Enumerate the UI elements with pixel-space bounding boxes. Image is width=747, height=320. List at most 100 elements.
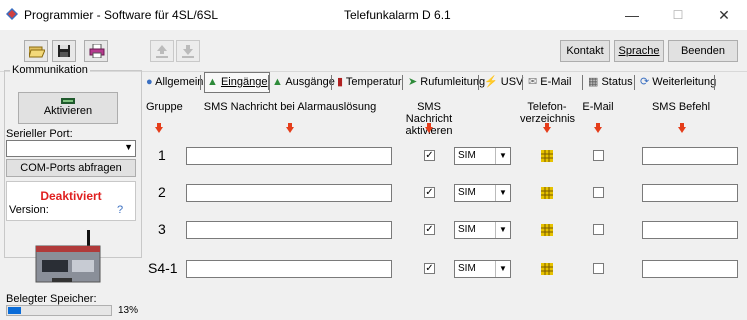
tab-separator <box>200 75 201 90</box>
sim-select[interactable]: SIM ▼ <box>454 147 511 165</box>
tab-status-label: Status <box>601 76 633 88</box>
tab-separator <box>714 75 715 90</box>
sms-message-input[interactable] <box>186 260 392 278</box>
download-icon <box>182 45 194 58</box>
sim-select-value: SIM <box>458 263 476 274</box>
serial-port-select[interactable]: ▼ <box>6 140 136 157</box>
sms-active-checkbox[interactable]: ✓ <box>424 263 435 274</box>
email-checkbox[interactable] <box>593 150 604 161</box>
phonebook-icon[interactable] <box>541 187 553 199</box>
tab-separator <box>402 75 403 90</box>
memory-progress-fill <box>8 307 21 314</box>
tab-usv-label: USV <box>500 76 524 88</box>
memory-progress-bar <box>6 305 112 316</box>
memory-percent: 13% <box>118 305 139 316</box>
sms-message-input[interactable] <box>186 147 392 165</box>
window-title: Programmier - Software für 4SL/6SL <box>24 8 219 22</box>
tab-email[interactable]: ✉ E-Mail <box>528 74 571 91</box>
arrow-down-icon <box>425 123 433 133</box>
minimize-button[interactable]: — <box>609 0 655 30</box>
sprache-button[interactable]: Sprache <box>614 40 664 62</box>
tab-separator <box>522 75 523 90</box>
header-telefon-line1: Telefon- <box>527 101 567 113</box>
com-ports-button[interactable]: COM-Ports abfragen <box>6 159 136 177</box>
sms-command-input[interactable] <box>642 184 738 202</box>
chevron-down-icon: ▼ <box>495 222 510 238</box>
sms-command-input[interactable] <box>642 221 738 239</box>
refresh-icon: ⟳ <box>640 76 650 88</box>
output-icon: ▲ <box>272 76 283 88</box>
open-button[interactable] <box>24 40 48 62</box>
device-image <box>35 230 101 283</box>
sms-message-input[interactable] <box>186 221 392 239</box>
phonebook-icon[interactable] <box>541 150 553 162</box>
sms-command-input[interactable] <box>642 147 738 165</box>
status-panel: Deaktiviert Version: ? <box>6 181 136 221</box>
tab-rufumleitung-label: Rufumleitung <box>420 76 486 88</box>
phonebook-icon[interactable] <box>541 263 553 275</box>
sim-select[interactable]: SIM ▼ <box>454 260 511 278</box>
kontakt-button[interactable]: Kontakt <box>560 40 610 62</box>
chevron-down-icon: ▼ <box>495 185 510 201</box>
email-checkbox[interactable] <box>593 187 604 198</box>
aktivieren-button[interactable]: Aktivieren <box>18 92 118 124</box>
header-sms-befehl: SMS Befehl <box>651 101 711 113</box>
sim-select[interactable]: SIM ▼ <box>454 221 511 239</box>
toolbar: Kontakt Sprache Beenden <box>0 31 747 72</box>
app-icon <box>6 8 18 20</box>
sms-active-checkbox[interactable]: ✓ <box>424 150 435 161</box>
sim-select-value: SIM <box>458 187 476 198</box>
phonebook-icon[interactable] <box>541 224 553 236</box>
lightning-icon: ⚡ <box>484 76 498 88</box>
row-label: 2 <box>158 184 166 200</box>
tab-rufumleitung[interactable]: ➤ Rufumleitung <box>408 74 485 91</box>
header-sms-nachricht: SMS Nachricht bei Alarmauslösung <box>203 101 377 113</box>
maximize-button[interactable]: ☐ <box>655 0 701 30</box>
beenden-button[interactable]: Beenden <box>668 40 738 62</box>
tab-eingaenge[interactable]: ▲ Eingänge <box>204 72 271 93</box>
tab-temperatur[interactable]: ▮ Temperatur <box>337 74 402 91</box>
arrow-down-icon <box>678 123 686 133</box>
print-button[interactable] <box>84 40 108 62</box>
sms-active-checkbox[interactable]: ✓ <box>424 224 435 235</box>
upload-icon <box>156 45 168 58</box>
tab-eingaenge-label: Eingänge <box>220 76 268 88</box>
sms-command-input[interactable] <box>642 260 738 278</box>
save-button[interactable] <box>52 40 76 62</box>
connector-icon <box>61 98 75 104</box>
tab-weiterleitung[interactable]: ⟳ Weiterleitung <box>640 74 716 91</box>
email-checkbox[interactable] <box>593 263 604 274</box>
tab-allgemein-label: Allgemein <box>155 76 204 88</box>
sms-message-input[interactable] <box>186 184 392 202</box>
communication-group-label: Kommunikation <box>10 64 90 76</box>
tab-temperatur-label: Temperatur <box>345 76 402 88</box>
print-icon <box>89 44 105 58</box>
tab-separator <box>582 75 583 90</box>
tab-usv[interactable]: ⚡ USV <box>484 74 523 91</box>
tab-ausgaenge[interactable]: ▲ Ausgänge <box>272 74 335 91</box>
people-icon: ● <box>146 76 153 88</box>
download-button[interactable] <box>176 40 200 62</box>
header-telefonverzeichnis: Telefon- verzeichnis <box>520 101 575 125</box>
redirect-icon: ➤ <box>408 76 418 88</box>
row-label: S4-1 <box>148 260 178 276</box>
arrow-down-icon <box>155 123 163 133</box>
version-help-icon[interactable]: ? <box>117 204 123 216</box>
close-button[interactable]: ✕ <box>701 0 747 30</box>
thermometer-icon: ▮ <box>337 76 344 88</box>
upload-button[interactable] <box>150 40 174 62</box>
email-checkbox[interactable] <box>593 224 604 235</box>
tab-allgemein[interactable]: ● Allgemein <box>146 74 203 91</box>
chevron-down-icon: ▼ <box>495 261 510 277</box>
window-subtitle: Telefunkalarm D 6.1 <box>344 8 451 22</box>
tab-separator <box>331 75 332 90</box>
input-icon: ▲ <box>207 76 218 88</box>
arrow-down-icon <box>286 123 294 133</box>
header-email: E-Mail <box>582 101 614 113</box>
tab-status[interactable]: ▦ Status <box>588 74 633 91</box>
memory-label: Belegter Speicher: <box>6 293 97 305</box>
header-gruppe: Gruppe <box>146 101 183 113</box>
sim-select[interactable]: SIM ▼ <box>454 184 511 202</box>
tab-separator <box>634 75 635 90</box>
sms-active-checkbox[interactable]: ✓ <box>424 187 435 198</box>
